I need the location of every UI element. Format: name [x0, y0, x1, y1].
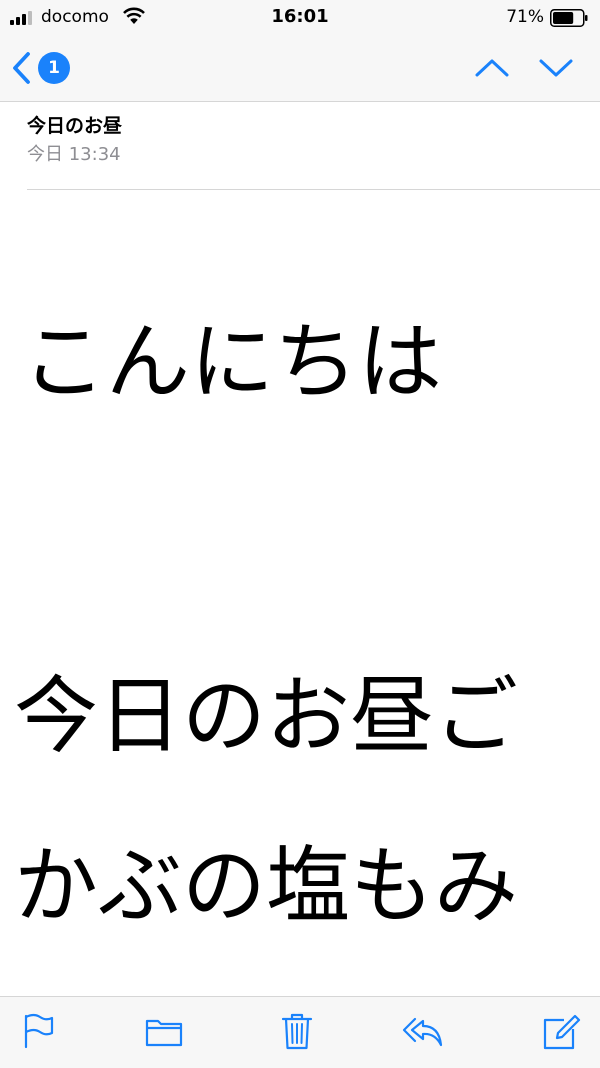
header-divider — [27, 189, 600, 190]
trash-button[interactable] — [275, 1011, 319, 1051]
compose-button[interactable] — [540, 1011, 584, 1051]
reply-icon — [402, 1017, 443, 1047]
message-body-line: かぶの塩もみ — [14, 837, 519, 935]
reply-button[interactable] — [400, 1011, 444, 1051]
message-body-line: こんにちは — [22, 313, 443, 411]
status-bar: docomo 16:01 71% — [0, 0, 600, 36]
flag-button[interactable] — [16, 1011, 60, 1051]
navigation-bar: 1 — [0, 36, 600, 102]
trash-icon — [281, 1013, 313, 1050]
move-to-folder-button[interactable] — [142, 1011, 186, 1051]
next-message-icon[interactable] — [536, 52, 576, 84]
folder-icon — [145, 1019, 183, 1047]
unread-count-badge: 1 — [38, 52, 70, 84]
battery-percent: 71% — [506, 7, 544, 27]
message-date: 今日 13:34 — [27, 144, 121, 165]
message-body-line: 今日のお昼ご — [14, 667, 519, 765]
flag-icon — [24, 1013, 54, 1049]
back-button[interactable]: 1 — [10, 48, 80, 88]
message-subject: 今日のお昼 — [27, 115, 123, 137]
compose-icon — [543, 1014, 581, 1050]
bottom-toolbar — [0, 996, 600, 1068]
previous-message-icon[interactable] — [472, 52, 512, 84]
back-chevron-icon — [13, 52, 30, 84]
battery-icon — [550, 9, 588, 27]
